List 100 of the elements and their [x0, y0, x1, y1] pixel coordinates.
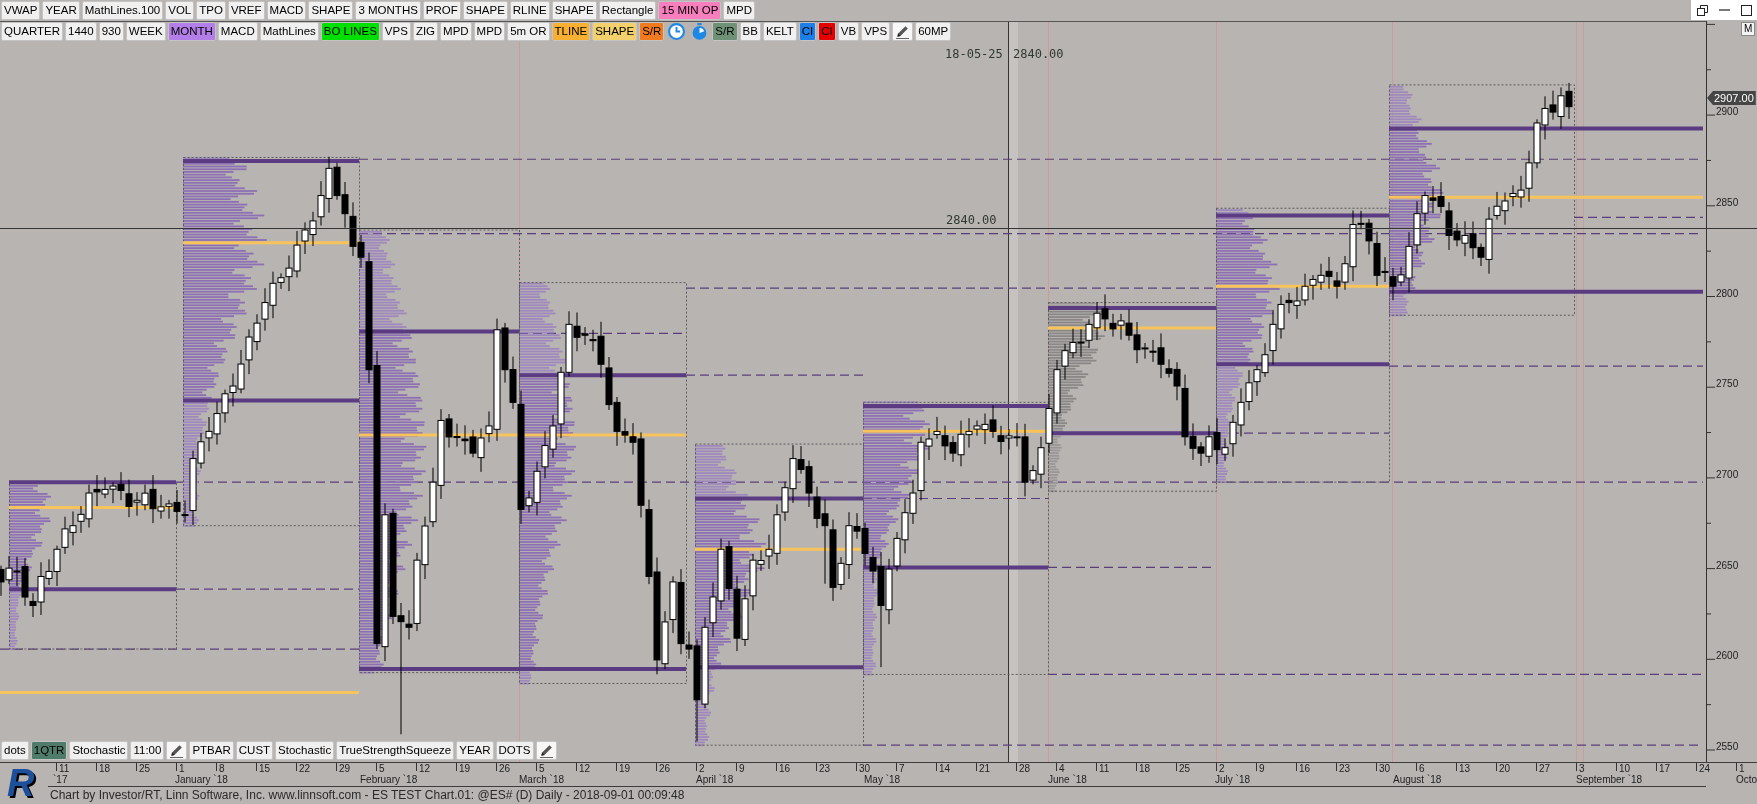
toolbar-button[interactable]: 3 MONTHS: [355, 1, 421, 20]
crosshair-price-label: 2840.00: [946, 213, 997, 227]
logo: R: [7, 763, 35, 803]
date-axis-label: 23: [1339, 763, 1351, 774]
month-axis-label: January `18: [175, 774, 228, 786]
edit-button[interactable]: [535, 741, 557, 760]
toolbar-button[interactable]: PROF: [422, 1, 461, 20]
restore-icon[interactable]: [1696, 4, 1708, 16]
toolbar-button[interactable]: VB: [837, 22, 860, 41]
month-axis-label: May `18: [864, 774, 901, 786]
toolbar-button[interactable]: 11:00: [130, 741, 165, 760]
toolbar-button[interactable]: WEEK: [125, 22, 166, 41]
toolbar-button[interactable]: SHAPE: [308, 1, 354, 20]
month-axis-label: March `18: [519, 774, 564, 786]
price-axis-label: 2650: [1716, 559, 1739, 572]
price-axis-label: 2600: [1716, 650, 1739, 663]
date-axis-label: 26: [499, 763, 511, 774]
toolbar-button[interactable]: YEAR: [42, 1, 80, 20]
toolbar-button[interactable]: CI: [818, 22, 836, 41]
price-axis-label: 2900: [1716, 106, 1739, 119]
toolbar-button[interactable]: QUARTER: [1, 22, 64, 41]
toolbar-button[interactable]: S/R: [712, 22, 738, 41]
toolbar-button[interactable]: VWAP: [1, 1, 41, 20]
toolbar-button[interactable]: TLINE: [551, 22, 591, 41]
date-axis-label: 25: [1179, 763, 1191, 774]
toolbar-button[interactable]: S/R: [639, 22, 665, 41]
date-axis-label: 17: [1659, 763, 1671, 774]
date-axis-label: 30: [859, 763, 871, 774]
pencil-icon: [895, 24, 911, 39]
toolbar-button[interactable]: 15 MIN OP: [658, 1, 722, 20]
date-axis-label: 28: [1019, 763, 1031, 774]
toolbar-button[interactable]: VPS: [381, 22, 411, 41]
clock-icon[interactable]: [668, 23, 686, 40]
toolbar-button[interactable]: KELT: [762, 22, 797, 41]
toolbar-button[interactable]: TrueStrengthSqueeze: [336, 741, 455, 760]
date-axis-label: 26: [659, 763, 671, 774]
toolbar-button[interactable]: MACD: [217, 22, 258, 41]
date-axis-label: 20: [1499, 763, 1511, 774]
date-axis-label: 19: [619, 763, 631, 774]
edit-button[interactable]: [166, 741, 188, 760]
toolbar-button[interactable]: Stochastic: [69, 741, 129, 760]
date-axis-label: 16: [779, 763, 791, 774]
toolbar-button[interactable]: dots: [1, 741, 29, 760]
date-axis-label: 9: [739, 763, 745, 774]
toolbar-button[interactable]: VOL: [165, 1, 195, 20]
toolbar-button[interactable]: 5m OR: [507, 22, 550, 41]
toolbar-button[interactable]: VREF: [227, 1, 265, 20]
stopwatch-icon[interactable]: [691, 23, 709, 40]
date-axis-label: 6: [1419, 763, 1425, 774]
date-axis-label: 2: [1219, 763, 1225, 774]
toolbar-button[interactable]: BO LINES: [320, 22, 380, 41]
toolbar-button[interactable]: 930: [98, 22, 124, 41]
toolbar-button[interactable]: VPS: [861, 22, 891, 41]
toolbar-button[interactable]: MACD: [266, 1, 307, 20]
toolbar-button[interactable]: CUST: [235, 741, 274, 760]
toolbar-button[interactable]: Rectangle: [598, 1, 657, 20]
toolbar-button[interactable]: DOTS: [495, 741, 534, 760]
toolbar-button[interactable]: YEAR: [456, 741, 494, 760]
scale-mode-button[interactable]: M: [1741, 22, 1756, 36]
toolbar-button[interactable]: MPD: [473, 22, 506, 41]
toolbar-button[interactable]: TPO: [196, 1, 226, 20]
toolbar-button[interactable]: 60MP: [915, 22, 952, 41]
toolbar-button[interactable]: BB: [739, 22, 761, 41]
date-axis-label: 12: [579, 763, 591, 774]
toolbar-button[interactable]: SHAPE: [551, 1, 597, 20]
toolbar-button[interactable]: MONTH: [167, 22, 216, 41]
toolbar-button[interactable]: MPD: [440, 22, 472, 41]
date-axis-label: 12: [419, 763, 431, 774]
date-axis-label: 23: [819, 763, 831, 774]
date-axis-label: 13: [1459, 763, 1471, 774]
toolbar-button[interactable]: SHAPE: [462, 1, 508, 20]
toolbar-button[interactable]: 1440: [65, 22, 97, 41]
date-axis-label: 18: [1139, 763, 1151, 774]
crosshair-price-label: 2840.00: [1013, 47, 1064, 61]
toolbar-button[interactable]: PTBAR: [189, 741, 234, 760]
toolbar-button[interactable]: MPD: [723, 1, 755, 20]
price-axis-label: 2850: [1716, 196, 1739, 209]
toolbar-button[interactable]: MathLines.100: [81, 1, 164, 20]
minimize-icon[interactable]: [1718, 9, 1730, 11]
status-bar-text: Chart by Investor/RT, Linn Software, Inc. www.linnsoft.com - ES TEST Chart.01: @ES# (D) Daily - 2018-09-01 00:09:48: [49, 787, 686, 804]
maximize-icon[interactable]: [1740, 4, 1752, 16]
toolbar-button[interactable]: SHAPE: [592, 22, 638, 41]
toolbar-button[interactable]: CI: [798, 22, 817, 41]
date-axis-label: 11: [1099, 763, 1110, 774]
month-axis-label: June `18: [1048, 774, 1087, 786]
date-axis-label: 3: [1579, 763, 1585, 774]
toolbar-button[interactable]: MathLines: [259, 22, 319, 41]
date-axis-label: 10: [1619, 763, 1631, 774]
toolbar-button[interactable]: 1QTR: [30, 741, 68, 760]
toolbar-button[interactable]: ZIG: [412, 22, 439, 41]
crosshair-date-label: 18-05-25: [945, 47, 1003, 61]
toolbar-button[interactable]: RLINE: [509, 1, 550, 20]
date-axis-label: 1: [1739, 763, 1745, 774]
date-axis-label: 22: [299, 763, 311, 774]
pencil-icon: [538, 743, 554, 758]
toolbar-button[interactable]: Stochastic: [275, 741, 335, 760]
date-axis-label: 16: [1299, 763, 1311, 774]
edit-button[interactable]: [892, 22, 914, 41]
date-axis-label: 15: [259, 763, 271, 774]
month-axis-label: July `18: [1215, 774, 1250, 786]
